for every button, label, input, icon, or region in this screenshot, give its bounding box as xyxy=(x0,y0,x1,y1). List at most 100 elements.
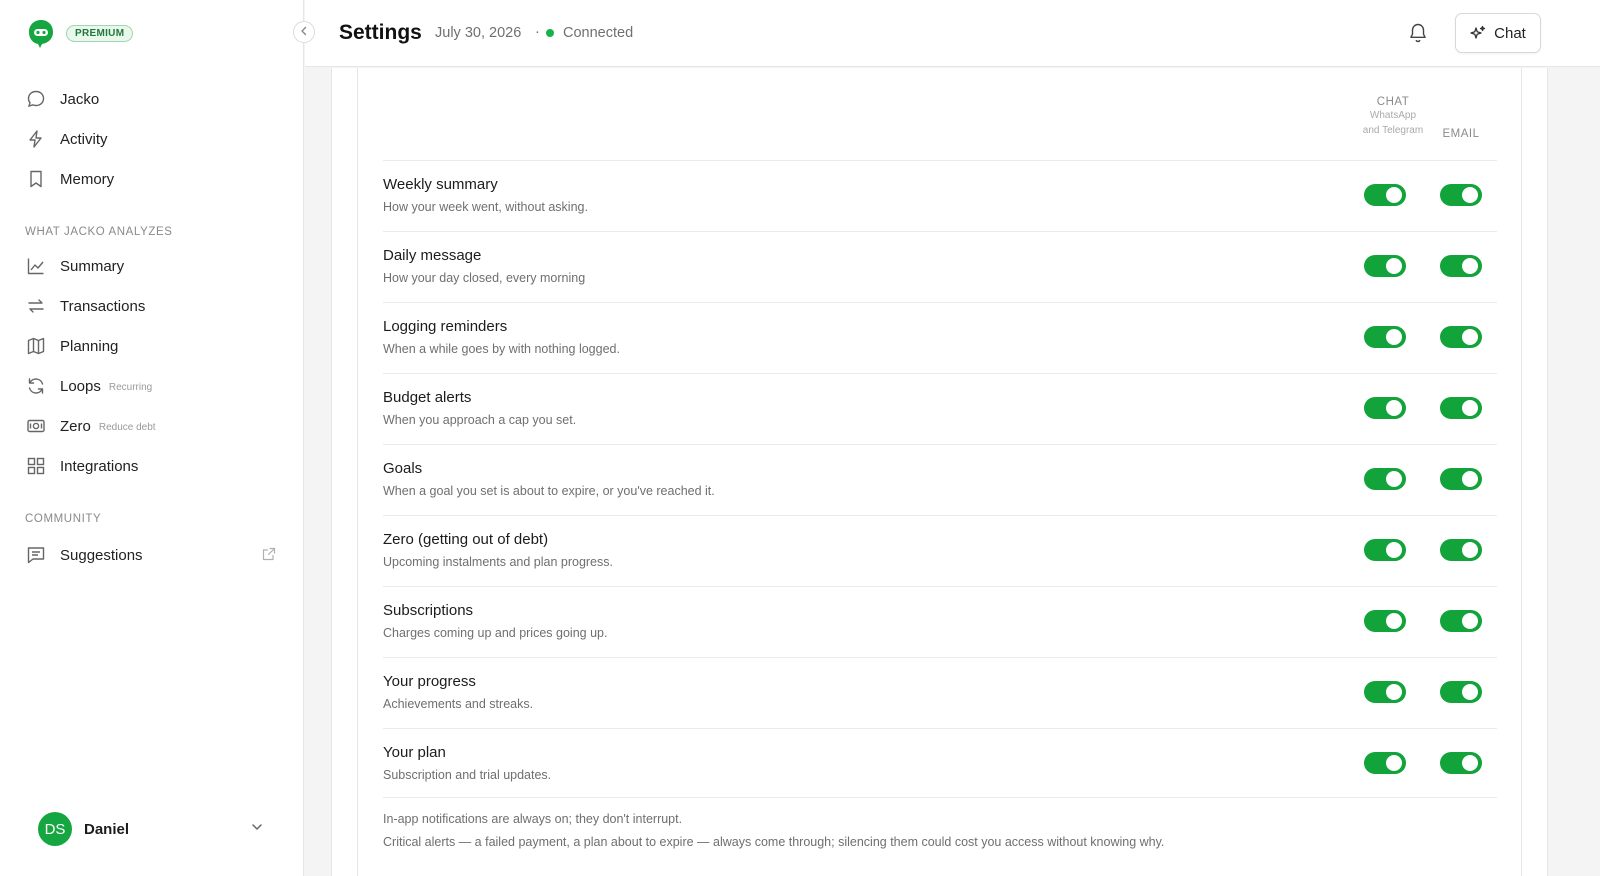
premium-badge: PREMIUM xyxy=(66,25,134,42)
notification-title: Budget alerts xyxy=(383,389,472,406)
toggle-knob xyxy=(1462,258,1478,274)
section-title-community: COMMUNITY xyxy=(25,513,102,525)
email-toggle[interactable] xyxy=(1440,681,1482,703)
external-link-icon[interactable] xyxy=(262,547,276,566)
column-header-email: EMAIL xyxy=(1436,128,1486,140)
column-header-chat: CHAT WhatsApp and Telegram xyxy=(1350,96,1436,138)
notification-row: Zero (getting out of debt) Upcoming insta… xyxy=(383,515,1497,586)
column-label-email: EMAIL xyxy=(1442,128,1480,140)
sidebar: PREMIUM Jacko Activity Memory WHAT JACKO… xyxy=(0,0,304,876)
nav-item-suggestions[interactable]: Suggestions xyxy=(25,540,143,570)
notification-description: How your day closed, every morning xyxy=(383,271,586,285)
nav-label: Memory xyxy=(60,170,115,188)
email-toggle[interactable] xyxy=(1440,752,1482,774)
column-sublabel-chat-2: and Telegram xyxy=(1362,125,1424,136)
sparkle-icon xyxy=(1470,25,1486,39)
toggle-knob xyxy=(1386,613,1402,629)
chat-toggle[interactable] xyxy=(1364,752,1406,774)
nav-item-loops[interactable]: Loops Recurring xyxy=(25,371,152,401)
column-label-chat: CHAT xyxy=(1376,96,1410,108)
email-toggle[interactable] xyxy=(1440,255,1482,277)
bookmark-icon xyxy=(25,168,47,190)
email-toggle[interactable] xyxy=(1440,610,1482,632)
email-toggle[interactable] xyxy=(1440,397,1482,419)
nav-sublabel: Recurring xyxy=(108,381,153,393)
notification-row: Subscriptions Charges coming up and price… xyxy=(383,586,1497,657)
header-separator: · xyxy=(535,24,540,40)
chat-toggle[interactable] xyxy=(1364,255,1406,277)
notification-title: Your progress xyxy=(383,673,476,690)
arrows-swap-icon xyxy=(25,295,47,317)
chat-toggle[interactable] xyxy=(1364,184,1406,206)
toggle-knob xyxy=(1386,471,1402,487)
chat-toggle[interactable] xyxy=(1364,397,1406,419)
notification-title: Your plan xyxy=(383,744,446,761)
toggle-knob xyxy=(1462,329,1478,345)
top-header: Settings July 30, 2026 · Connected Chat xyxy=(305,0,1600,67)
avatar: DS xyxy=(38,812,72,846)
nav-item-jacko[interactable]: Jacko xyxy=(25,84,99,114)
nav-label: Loops xyxy=(60,377,101,395)
connection-status: Connected xyxy=(563,25,634,41)
page-title: Settings xyxy=(339,21,422,44)
chat-toggle[interactable] xyxy=(1364,468,1406,490)
line-chart-icon xyxy=(25,255,47,277)
lightning-icon xyxy=(25,128,47,150)
toggle-knob xyxy=(1462,187,1478,203)
chat-toggle[interactable] xyxy=(1364,326,1406,348)
nav-label: Zero xyxy=(60,417,91,435)
nav-label: Integrations xyxy=(60,457,139,475)
notification-row: Your progress Achievements and streaks. xyxy=(383,657,1497,728)
toggle-knob xyxy=(1462,471,1478,487)
chat-button[interactable]: Chat xyxy=(1455,13,1541,53)
nav-item-planning[interactable]: Planning xyxy=(25,331,118,361)
toggle-knob xyxy=(1386,542,1402,558)
nav-label: Activity xyxy=(60,130,108,148)
footer-note-inapp: In-app notifications are always on; they… xyxy=(383,812,683,826)
notification-title: Goals xyxy=(383,460,423,477)
chat-toggle[interactable] xyxy=(1364,539,1406,561)
column-sublabel-chat: WhatsApp xyxy=(1369,110,1417,121)
email-toggle[interactable] xyxy=(1440,326,1482,348)
chat-button-label: Chat xyxy=(1494,24,1526,42)
notification-description: How your week went, without asking. xyxy=(383,200,588,214)
notification-title: Subscriptions xyxy=(383,602,474,619)
notifications-bell-icon[interactable] xyxy=(1408,22,1428,49)
nav-label: Planning xyxy=(60,337,119,355)
collapse-sidebar-button[interactable] xyxy=(293,21,315,43)
jacko-logo[interactable] xyxy=(28,19,54,49)
notification-description: When a while goes by with nothing logged… xyxy=(383,342,620,356)
toggle-knob xyxy=(1462,684,1478,700)
nav-item-summary[interactable]: Summary xyxy=(25,251,124,281)
nav-label: Transactions xyxy=(60,297,146,315)
nav-sublabel: Reduce debt xyxy=(98,421,156,433)
notification-row: Budget alerts When you approach a cap you… xyxy=(383,373,1497,444)
toggle-knob xyxy=(1462,400,1478,416)
toggle-knob xyxy=(1386,187,1402,203)
nav-label: Summary xyxy=(60,257,125,275)
banknote-icon xyxy=(25,415,47,437)
chat-toggle[interactable] xyxy=(1364,681,1406,703)
footer-note-critical: Critical alerts — a failed payment, a pl… xyxy=(383,835,1165,849)
user-menu[interactable]: DS Daniel xyxy=(38,812,264,846)
chat-bubble-icon xyxy=(25,88,47,110)
chat-toggle[interactable] xyxy=(1364,610,1406,632)
notification-description: Achievements and streaks. xyxy=(383,697,534,711)
nav-item-zero[interactable]: Zero Reduce debt xyxy=(25,411,156,441)
grid-plus-icon xyxy=(25,455,47,477)
toggle-knob xyxy=(1462,542,1478,558)
toggle-knob xyxy=(1462,755,1478,771)
nav-item-activity[interactable]: Activity xyxy=(25,124,108,154)
header-date: July 30, 2026 xyxy=(435,25,522,41)
message-lines-icon xyxy=(25,544,47,566)
notification-description: Upcoming instalments and plan progress. xyxy=(383,555,613,569)
nav-item-integrations[interactable]: Integrations xyxy=(25,451,138,481)
notification-description: Subscription and trial updates. xyxy=(383,768,552,782)
divider xyxy=(383,797,1497,798)
email-toggle[interactable] xyxy=(1440,539,1482,561)
email-toggle[interactable] xyxy=(1440,184,1482,206)
email-toggle[interactable] xyxy=(1440,468,1482,490)
toggle-knob xyxy=(1386,258,1402,274)
nav-item-transactions[interactable]: Transactions xyxy=(25,291,145,321)
nav-item-memory[interactable]: Memory xyxy=(25,164,114,194)
